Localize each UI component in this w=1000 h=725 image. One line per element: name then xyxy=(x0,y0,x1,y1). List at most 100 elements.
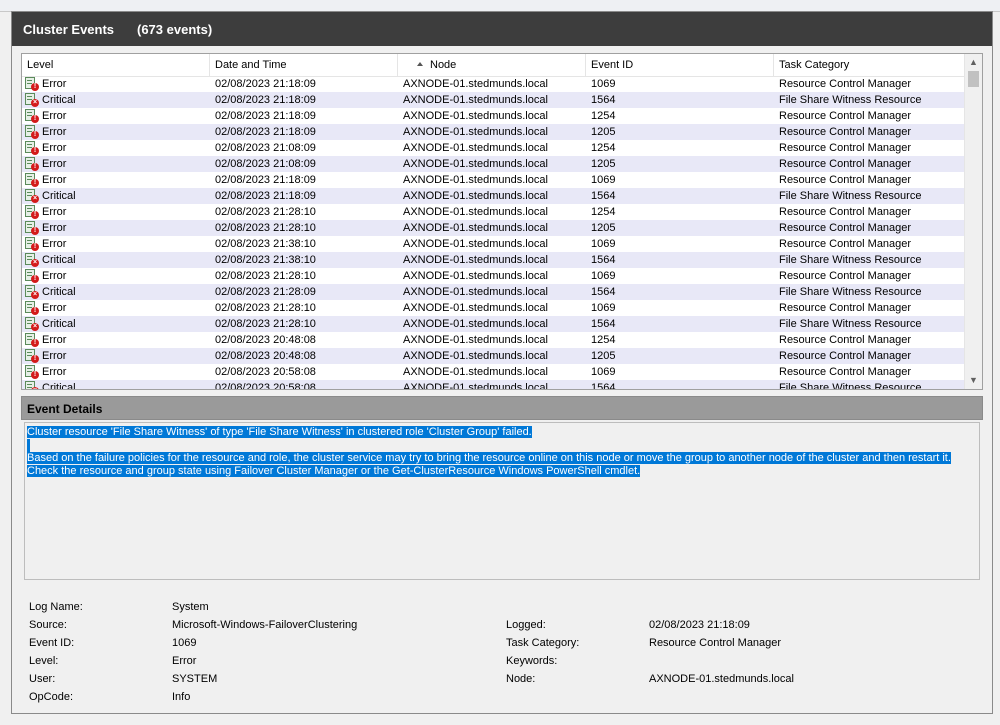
cell-node: AXNODE-01.stedmunds.local xyxy=(403,126,548,138)
events-grid[interactable]: Level Date and Time Node Event ID Task C… xyxy=(21,53,983,390)
error-icon: ! xyxy=(25,157,39,171)
cell-cat: Resource Control Manager xyxy=(779,222,912,234)
cell-id: 1564 xyxy=(591,254,616,266)
cell-level: Critical xyxy=(42,254,76,266)
table-row[interactable]: × Critical 02/08/2023 21:28:10 AXNODE-01.st… xyxy=(22,316,965,332)
column-header-row: Level Date and Time Node Event ID Task C… xyxy=(22,54,965,77)
column-header-date[interactable]: Date and Time xyxy=(210,54,398,76)
cell-cat: Resource Control Manager xyxy=(779,206,912,218)
cell-id: 1564 xyxy=(591,318,616,330)
user-value: SYSTEM xyxy=(172,673,218,685)
table-row[interactable]: ! Error 02/08/2023 21:28:10 AXNODE-01.stedm… xyxy=(22,300,965,316)
cell-date: 02/08/2023 21:18:09 xyxy=(215,190,316,202)
cell-cat: File Share Witness Resource xyxy=(779,254,922,266)
cell-level: Error xyxy=(42,78,67,90)
cell-date: 02/08/2023 20:58:08 xyxy=(215,366,316,378)
table-row[interactable]: × Critical 02/08/2023 21:18:09 AXNODE-01.st… xyxy=(22,92,965,108)
table-row[interactable]: ! Error 02/08/2023 21:18:09 AXNODE-01.stedm… xyxy=(22,108,965,124)
cell-date: 02/08/2023 21:18:09 xyxy=(215,110,316,122)
vertical-scrollbar[interactable]: ▲ ▼ xyxy=(964,54,982,389)
cell-node: AXNODE-01.stedmunds.local xyxy=(403,78,548,90)
cell-level: Critical xyxy=(42,318,76,330)
cell-date: 02/08/2023 21:18:09 xyxy=(215,174,316,186)
column-header-event-id[interactable]: Event ID xyxy=(586,54,774,76)
cell-cat: File Share Witness Resource xyxy=(779,94,922,106)
table-row[interactable]: ! Error 02/08/2023 21:18:09 AXNODE-01.stedm… xyxy=(22,124,965,140)
table-row[interactable]: ! Error 02/08/2023 21:28:10 AXNODE-01.stedm… xyxy=(22,204,965,220)
table-row[interactable]: ! Error 02/08/2023 21:18:09 AXNODE-01.stedm… xyxy=(22,172,965,188)
table-row[interactable]: × Critical 02/08/2023 21:18:09 AXNODE-01.st… xyxy=(22,188,965,204)
cell-node: AXNODE-01.stedmunds.local xyxy=(403,254,548,266)
cell-id: 1069 xyxy=(591,238,616,250)
logged-value: 02/08/2023 21:18:09 xyxy=(649,619,750,631)
cell-node: AXNODE-01.stedmunds.local xyxy=(403,206,548,218)
cell-date: 02/08/2023 20:58:08 xyxy=(215,382,316,389)
cell-node: AXNODE-01.stedmunds.local xyxy=(403,190,548,202)
column-header-task-category[interactable]: Task Category xyxy=(774,54,965,76)
cell-level: Error xyxy=(42,350,67,362)
node-value: AXNODE-01.stedmunds.local xyxy=(649,673,794,685)
table-row[interactable]: ! Error 02/08/2023 21:28:10 AXNODE-01.stedm… xyxy=(22,220,965,236)
table-row[interactable]: ! Error 02/08/2023 20:58:08 AXNODE-01.stedm… xyxy=(22,364,965,380)
table-row[interactable]: ! Error 02/08/2023 21:08:09 AXNODE-01.stedm… xyxy=(22,140,965,156)
cell-cat: Resource Control Manager xyxy=(779,270,912,282)
cell-id: 1069 xyxy=(591,366,616,378)
table-row[interactable]: ! Error 02/08/2023 21:28:10 AXNODE-01.stedm… xyxy=(22,268,965,284)
table-row[interactable]: ! Error 02/08/2023 21:38:10 AXNODE-01.stedm… xyxy=(22,236,965,252)
cell-id: 1205 xyxy=(591,158,616,170)
cell-level: Error xyxy=(42,142,67,154)
table-row[interactable]: ! Error 02/08/2023 21:18:09 AXNODE-01.stedm… xyxy=(22,76,965,92)
task-category-value: Resource Control Manager xyxy=(649,637,782,649)
cell-node: AXNODE-01.stedmunds.local xyxy=(403,158,548,170)
cell-cat: Resource Control Manager xyxy=(779,302,912,314)
table-row[interactable]: × Critical 02/08/2023 21:28:09 AXNODE-01.st… xyxy=(22,284,965,300)
cell-node: AXNODE-01.stedmunds.local xyxy=(403,222,548,234)
error-icon: ! xyxy=(25,237,39,251)
scroll-down-icon[interactable]: ▼ xyxy=(965,372,982,389)
cell-date: 02/08/2023 21:28:10 xyxy=(215,270,316,282)
cell-date: 02/08/2023 21:18:09 xyxy=(215,126,316,138)
cell-id: 1069 xyxy=(591,270,616,282)
cell-id: 1069 xyxy=(591,78,616,90)
cell-node: AXNODE-01.stedmunds.local xyxy=(403,174,548,186)
table-row[interactable]: ×Critical 02/08/2023 20:58:08 AXNODE-01.st… xyxy=(22,380,965,389)
table-row[interactable]: ! Error 02/08/2023 20:48:08 AXNODE-01.stedm… xyxy=(22,348,965,364)
column-header-level[interactable]: Level xyxy=(22,54,210,76)
node-label: Node: xyxy=(506,673,536,685)
cell-level: Error xyxy=(42,222,67,234)
cell-node: AXNODE-01.stedmunds.local xyxy=(403,110,548,122)
error-icon: ! xyxy=(25,301,39,315)
cell-date: 02/08/2023 21:38:10 xyxy=(215,254,316,266)
error-icon: ! xyxy=(25,365,39,379)
details-line-1: Cluster resource 'File Share Witness' of… xyxy=(27,426,532,438)
cell-level: Error xyxy=(42,270,67,282)
column-header-node[interactable]: Node xyxy=(398,54,586,76)
cell-id: 1564 xyxy=(591,190,616,202)
table-row[interactable]: × Critical 02/08/2023 21:38:10 AXNODE-01.st… xyxy=(22,252,965,268)
cell-date: 02/08/2023 21:28:10 xyxy=(215,302,316,314)
cell-node: AXNODE-01.stedmunds.local xyxy=(403,318,548,330)
cell-date: 02/08/2023 20:48:08 xyxy=(215,334,316,346)
cell-id: 1254 xyxy=(591,206,616,218)
cell-cat: File Share Witness Resource xyxy=(779,318,922,330)
event-id-label: Event ID: xyxy=(29,637,75,649)
cell-date: 02/08/2023 21:18:09 xyxy=(215,78,316,90)
cell-node: AXNODE-01.stedmunds.local xyxy=(403,286,548,298)
error-icon: ! xyxy=(25,125,39,139)
scroll-up-icon[interactable]: ▲ xyxy=(965,54,982,71)
details-line-2: Based on the failure policies for the re… xyxy=(27,452,951,477)
panel-header: Cluster Events (673 events) xyxy=(12,12,992,46)
opcode-value: Info xyxy=(172,691,191,703)
event-details-text[interactable]: Cluster resource 'File Share Witness' of… xyxy=(24,422,980,580)
cell-cat: Resource Control Manager xyxy=(779,126,912,138)
critical-icon: × xyxy=(25,189,39,203)
scroll-thumb[interactable] xyxy=(968,71,979,87)
table-row[interactable]: ! Error 02/08/2023 20:48:08 AXNODE-01.stedm… xyxy=(22,332,965,348)
cell-level: Error xyxy=(42,110,67,122)
cell-node: AXNODE-01.stedmunds.local xyxy=(403,142,548,154)
critical-icon: × xyxy=(25,93,39,107)
table-row[interactable]: ! Error 02/08/2023 21:08:09 AXNODE-01.stedm… xyxy=(22,156,965,172)
panel-title: Cluster Events xyxy=(23,22,115,37)
cell-cat: Resource Control Manager xyxy=(779,158,912,170)
cell-id: 1564 xyxy=(591,286,616,298)
